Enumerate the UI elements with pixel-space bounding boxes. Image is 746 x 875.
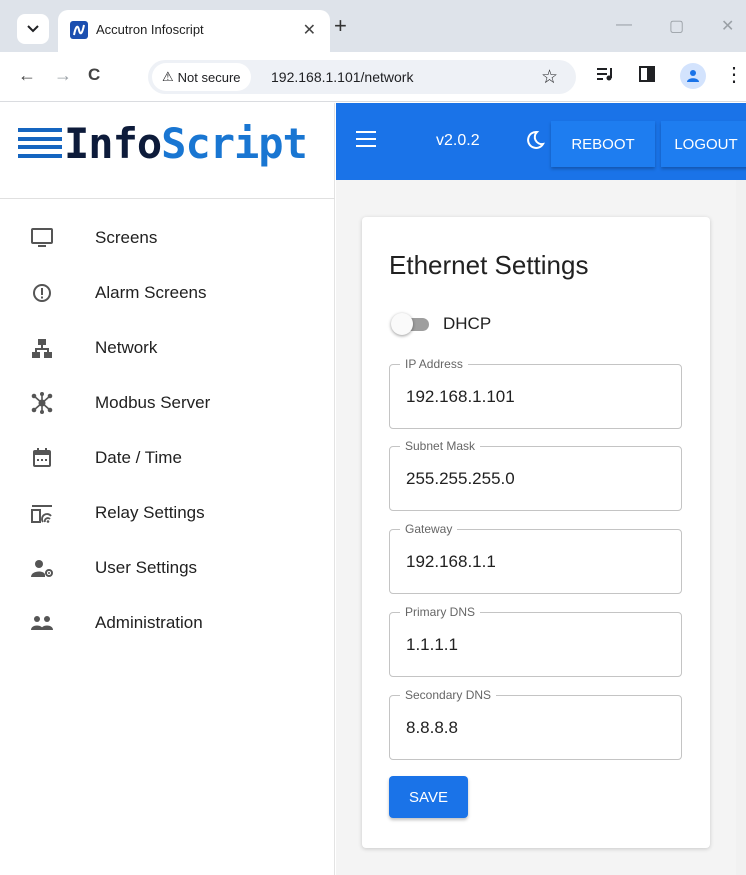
hub-icon — [30, 391, 54, 415]
browser-tabstrip: Accutron Infoscript ✕ + — ▢ ✕ — [0, 0, 746, 52]
sidebar-item-relay-settings[interactable]: Relay Settings — [0, 485, 335, 540]
reading-list-icon[interactable] — [597, 66, 615, 87]
maximize-button[interactable]: ▢ — [669, 16, 684, 36]
tab-title: Accutron Infoscript — [96, 22, 204, 37]
dark-mode-toggle-icon[interactable] — [524, 129, 546, 156]
app-bar: v2.0.2 REBOOT LOGOUT — [336, 103, 746, 180]
close-window-button[interactable]: ✕ — [721, 16, 734, 36]
chevron-down-icon — [27, 25, 39, 33]
sidebar-item-date-time[interactable]: Date / Time — [0, 430, 335, 485]
card-title: Ethernet Settings — [389, 250, 589, 280]
profile-avatar-icon[interactable] — [680, 63, 706, 89]
sidebar-item-label: Administration — [95, 613, 203, 632]
ip-address-input[interactable] — [406, 387, 666, 407]
monitor-icon — [30, 226, 54, 250]
address-bar[interactable]: ⚠ Not secure 192.168.1.101/network ☆ — [148, 60, 576, 94]
network-icon — [30, 336, 54, 360]
reboot-button[interactable]: REBOOT — [551, 121, 655, 167]
sidebar-item-modbus-server[interactable]: Modbus Server — [0, 375, 335, 430]
tab-search-button[interactable] — [17, 14, 49, 44]
favicon-icon — [70, 21, 88, 39]
url-text[interactable]: 192.168.1.101/network — [271, 69, 413, 85]
security-label: Not secure — [177, 69, 241, 85]
field-label: Gateway — [400, 522, 458, 536]
sidebar-item-label: Network — [95, 338, 158, 357]
sidebar-item-screens[interactable]: Screens — [0, 210, 335, 265]
hamburger-menu-icon[interactable] — [356, 131, 376, 147]
gateway-input[interactable] — [406, 552, 666, 572]
subnet-mask-input[interactable] — [406, 469, 666, 489]
warning-icon: ⚠ — [162, 69, 174, 84]
save-button[interactable]: SAVE — [389, 776, 468, 818]
calendar-icon — [30, 446, 54, 470]
gateway-field: Gateway — [389, 522, 682, 594]
alert-circle-icon — [30, 281, 54, 305]
side-panel-icon[interactable] — [639, 66, 655, 87]
logo-text-script: Script — [161, 118, 308, 168]
dhcp-label: DHCP — [443, 314, 492, 333]
toggle-thumb — [391, 313, 413, 335]
security-chip[interactable]: ⚠ Not secure — [152, 63, 251, 91]
tab-close-icon[interactable]: ✕ — [303, 20, 316, 40]
sidebar-nav: Screens Alarm Screens Network Modbus Ser… — [0, 210, 335, 650]
bookmark-star-icon[interactable]: ☆ — [541, 66, 558, 89]
browser-toolbar: ← → C ⚠ Not secure 192.168.1.101/network… — [0, 52, 746, 102]
forward-button[interactable]: → — [54, 65, 72, 86]
dhcp-toggle[interactable] — [391, 313, 431, 335]
browser-menu-icon[interactable]: ⋮ — [724, 62, 744, 87]
logout-button[interactable]: LOGOUT — [661, 121, 746, 167]
subnet-mask-field: Subnet Mask — [389, 439, 682, 511]
field-label: Subnet Mask — [400, 439, 481, 453]
main-content: Ethernet Settings DHCP IP Address Subnet… — [336, 180, 746, 875]
field-label: Secondary DNS — [400, 688, 497, 702]
logo-mark-icon — [18, 128, 62, 158]
logo-text-info: Info — [64, 118, 162, 168]
sidebar-item-label: Modbus Server — [95, 393, 211, 412]
relay-icon — [30, 501, 54, 525]
new-tab-button[interactable]: + — [334, 15, 347, 37]
reload-button[interactable]: C — [88, 65, 100, 85]
page-scrollbar[interactable] — [736, 180, 746, 875]
ethernet-settings-card: Ethernet Settings DHCP IP Address Subnet… — [362, 217, 710, 848]
sidebar: InfoScript Screens Alarm Screens Network… — [0, 103, 335, 875]
sidebar-item-label: Alarm Screens — [95, 283, 207, 302]
version-label: v2.0.2 — [436, 132, 480, 149]
secondary-dns-field: Secondary DNS — [389, 688, 682, 760]
primary-dns-input[interactable] — [406, 635, 666, 655]
sidebar-item-network[interactable]: Network — [0, 320, 335, 375]
app: InfoScript Screens Alarm Screens Network… — [0, 103, 746, 875]
sidebar-item-user-settings[interactable]: User Settings — [0, 540, 335, 595]
field-label: Primary DNS — [400, 605, 481, 619]
minimize-button[interactable]: — — [616, 16, 632, 34]
sidebar-item-label: Screens — [95, 228, 158, 247]
field-label: IP Address — [400, 357, 468, 371]
sidebar-item-label: Date / Time — [95, 448, 182, 467]
secondary-dns-input[interactable] — [406, 718, 666, 738]
back-button[interactable]: ← — [18, 65, 36, 86]
sidebar-item-alarm-screens[interactable]: Alarm Screens — [0, 265, 335, 320]
sidebar-item-label: Relay Settings — [95, 503, 205, 522]
infoscript-logo: InfoScript — [18, 113, 308, 173]
browser-tab[interactable]: Accutron Infoscript ✕ — [58, 10, 330, 52]
primary-dns-field: Primary DNS — [389, 605, 682, 677]
user-settings-icon — [30, 556, 54, 580]
sidebar-divider — [0, 198, 335, 199]
sidebar-item-label: User Settings — [95, 558, 198, 577]
sidebar-item-administration[interactable]: Administration — [0, 595, 335, 650]
people-icon — [30, 611, 54, 635]
ip-address-field: IP Address — [389, 357, 682, 429]
